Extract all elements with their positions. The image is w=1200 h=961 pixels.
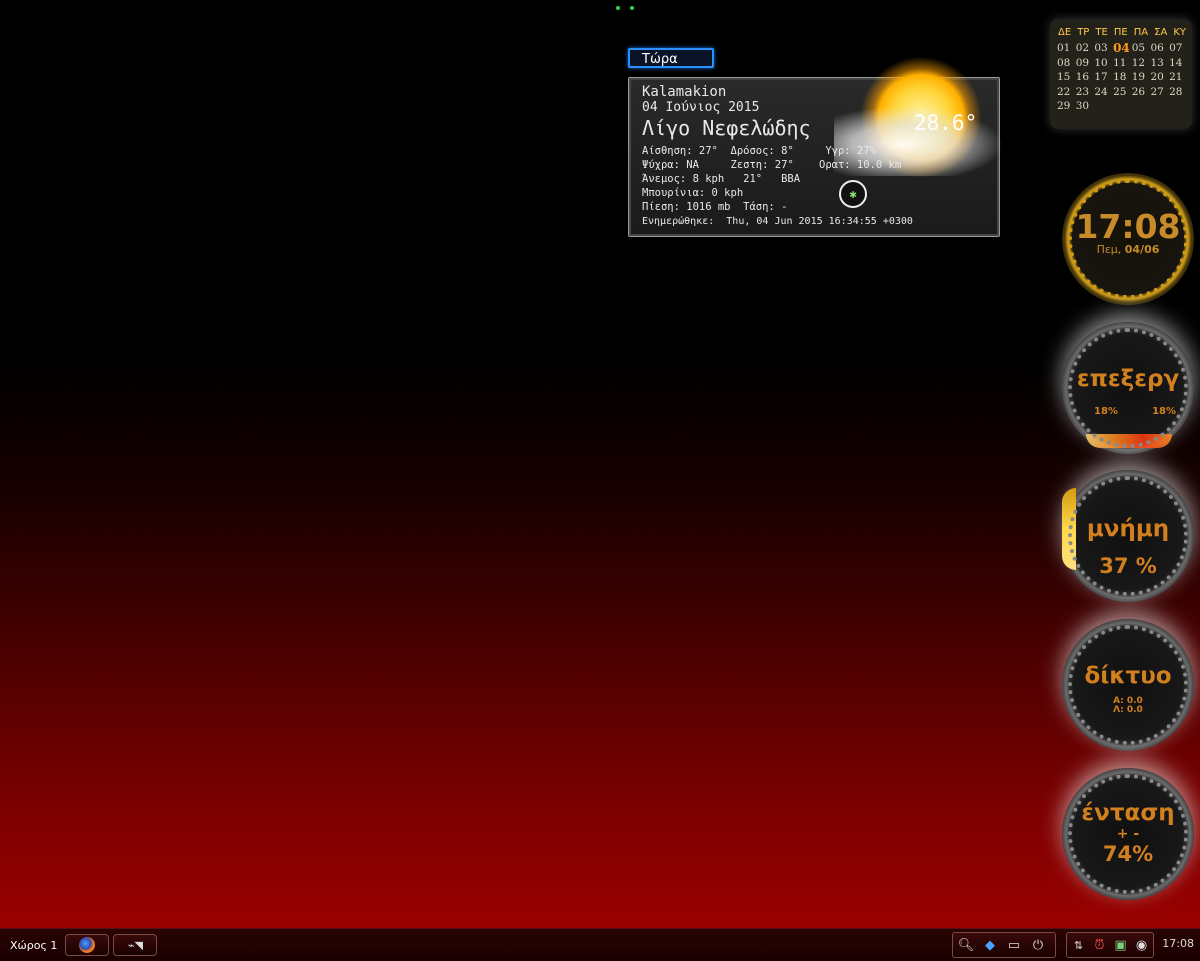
calendar-day: 18	[1113, 71, 1127, 83]
screenshot-icon: ⌁◥	[127, 938, 143, 952]
calendar-day: 14	[1169, 56, 1183, 69]
calendar-day: 29	[1057, 100, 1071, 112]
memory-value: 37 %	[1099, 554, 1157, 578]
weather-condition: Λίγο Νεφελώδης	[642, 116, 811, 140]
cpu-load-arc	[1086, 434, 1172, 448]
calendar-day: 15	[1057, 71, 1071, 83]
memory-label: μνήμη	[1086, 516, 1170, 542]
calendar-day: 13	[1150, 56, 1164, 69]
cpu-label: επεξεργ	[1076, 366, 1180, 392]
network-icon[interactable]: ⇅	[1071, 936, 1086, 954]
calendar-day: 09	[1075, 56, 1090, 69]
calendar-weekday: ΠΑ	[1133, 27, 1149, 38]
calendar-day: 23	[1075, 85, 1090, 98]
weather-row-gusts: Μπουρίνια: 0 kph	[642, 187, 744, 199]
search-icon[interactable]: 🔍︎	[957, 936, 975, 954]
terminal-icon[interactable]: ▭	[1005, 936, 1023, 954]
network-gauge: δίκτυο Α: 0.0 Λ: 0.0	[1062, 619, 1194, 751]
alarm-icon[interactable]: ⏰︎	[1092, 936, 1107, 954]
volume-label: ένταση	[1081, 800, 1175, 826]
weather-city: Kalamakion	[642, 84, 727, 100]
firefox-task-button[interactable]	[65, 934, 110, 956]
clock-gauge: 17:08 Πεμ, 04/06	[1062, 173, 1194, 305]
memory-gauge: μνήμη 37 %	[1062, 470, 1194, 602]
calendar-day: 11	[1113, 56, 1127, 69]
calendar-day: 28	[1169, 85, 1183, 98]
calendar-day: 21	[1169, 71, 1183, 83]
weather-row-wind: Άνεμος: 8 kph 21° ΒΒΑ	[642, 173, 801, 185]
network-label: δίκτυο	[1084, 663, 1172, 689]
weather-row-chill: Ψύχρα: NA Ζεστη: 27° Ορατ: 10.0 km	[642, 159, 902, 171]
weather-row-pressure: Πίεση: 1016 mb Τάση: -	[642, 201, 788, 213]
calendar-day: 01	[1057, 42, 1071, 54]
calendar-today: 04	[1113, 41, 1130, 55]
calendar-day: 17	[1094, 71, 1108, 83]
activity-indicator	[616, 6, 634, 10]
weather-date: 04 Ιούνιος 2015	[642, 100, 760, 115]
calendar-weekdays: ΔΕ ΤΡ ΤΕ ΠΕ ΠΑ ΣΑ ΚΥ	[1050, 19, 1192, 42]
weather-panel: Kalamakion 04 Ιούνιος 2015 Λίγο Νεφελώδη…	[628, 50, 1004, 237]
calendar-days: 01 02 03 04 05 06 07 08 09 10 11 12 13 14 15 16 17 18 19 20…	[1050, 42, 1192, 113]
taskbar: Χώρος 1 ⌁◥ 🔍︎ ◆ ▭ ⏻ ⇅ ⏰︎ ▣ ◉ 17:08	[0, 928, 1200, 961]
taskbar-clock[interactable]: 17:08	[1162, 937, 1194, 950]
monitor-icon[interactable]: ▣	[1113, 936, 1128, 954]
indicator-dot	[630, 6, 634, 10]
network-up: Λ: 0.0	[1113, 705, 1143, 715]
calendar-day: 02	[1075, 42, 1090, 54]
calendar-day: 03	[1094, 42, 1108, 54]
calendar-day: 26	[1131, 85, 1146, 98]
weather-now-tab[interactable]: Τώρα	[628, 48, 714, 68]
clock-time: 17:08	[1075, 207, 1181, 246]
kde-icon[interactable]: ◆	[981, 936, 999, 954]
weather-row-feels: Αίσθηση: 27° Δρόσος: 8° Υγρ: 27%	[642, 145, 876, 157]
calendar-day: 12	[1131, 56, 1146, 69]
volume-gauge[interactable]: ένταση + - 74%	[1062, 768, 1194, 900]
volume-value: 74%	[1102, 842, 1154, 866]
calendar-day: 10	[1094, 56, 1108, 69]
calendar-day: 05	[1131, 42, 1146, 54]
calendar-day: 25	[1113, 85, 1127, 98]
calendar-day: 06	[1150, 42, 1164, 54]
calendar-weekday: ΣΑ	[1154, 27, 1168, 38]
workspace-label[interactable]: Χώρος 1	[10, 939, 57, 952]
network-down: Α: 0.0	[1113, 696, 1143, 706]
calendar-weekday: ΤΕ	[1095, 27, 1108, 38]
calendar-day: 20	[1150, 71, 1164, 83]
calendar-day: 19	[1131, 71, 1146, 83]
power-icon[interactable]: ⏻	[1029, 936, 1047, 954]
calendar-weekday: ΔΕ	[1058, 27, 1072, 38]
indicator-dot	[616, 6, 620, 10]
weather-temperature: 28.6°	[914, 111, 978, 135]
calendar-day: 24	[1094, 85, 1108, 98]
calendar-weekday: ΚΥ	[1173, 27, 1186, 38]
calendar-day: 07	[1169, 42, 1183, 54]
calendar-weekday: ΤΡ	[1077, 27, 1090, 38]
system-tray: ⇅ ⏰︎ ▣ ◉	[1066, 932, 1154, 958]
volume-icon[interactable]: ◉	[1134, 936, 1149, 954]
wind-compass-icon: ✱	[839, 180, 867, 208]
calendar-day: 16	[1075, 71, 1090, 83]
calendar-weekday: ΠΕ	[1113, 27, 1128, 38]
clock-day: Πεμ,	[1096, 243, 1122, 256]
calendar-widget: ΔΕ ΤΡ ΤΕ ΠΕ ΠΑ ΣΑ ΚΥ 01 02 03 04 05 06 07 08 09 10 11 12 1…	[1050, 19, 1192, 129]
calendar-day: 27	[1150, 85, 1164, 98]
cpu-core1: 18%	[1094, 406, 1118, 417]
cpu-gauge: επεξεργ 18% 18%	[1062, 322, 1194, 454]
calendar-day: 30	[1075, 100, 1090, 112]
cpu-core2: 18%	[1152, 406, 1176, 417]
firefox-icon	[79, 937, 96, 953]
weather-updated: Ενημερώθηκε: Thu, 04 Jun 2015 16:34:55 +…	[642, 216, 913, 227]
volume-controls[interactable]: + -	[1062, 826, 1194, 842]
calendar-day: 08	[1057, 56, 1071, 69]
quick-launch: 🔍︎ ◆ ▭ ⏻	[952, 932, 1056, 958]
clock-daymonth: 04/06	[1124, 243, 1160, 256]
clock-date: Πεμ, 04/06	[1062, 243, 1194, 256]
calendar-day: 22	[1057, 85, 1071, 98]
screenshot-task-button[interactable]: ⌁◥	[113, 934, 158, 956]
